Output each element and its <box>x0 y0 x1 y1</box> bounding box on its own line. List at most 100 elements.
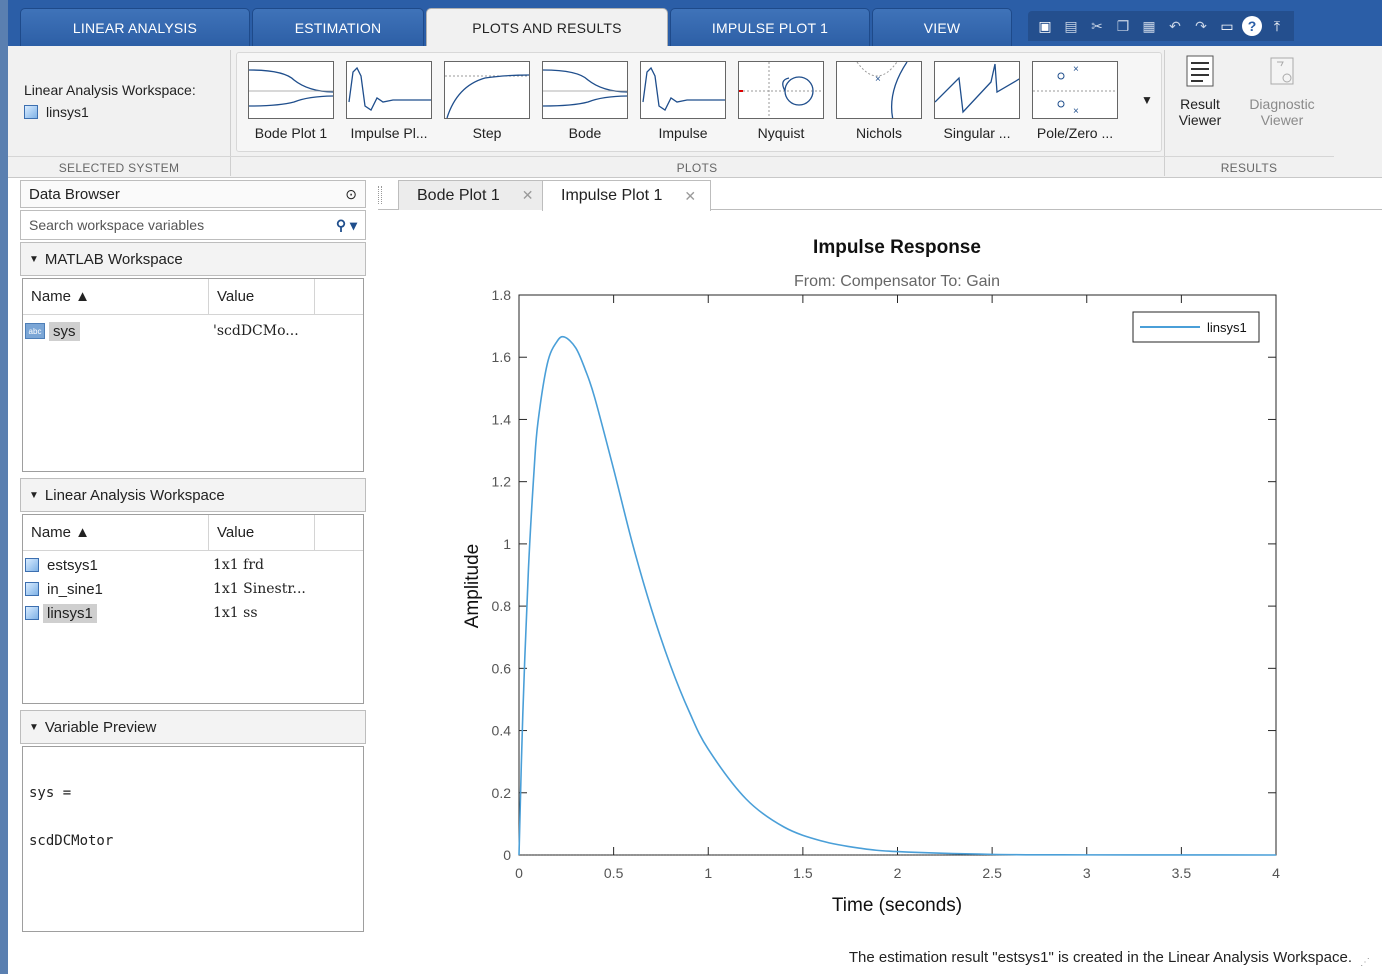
impulse-plot-figure: Impulse Response From: Compensator To: G… <box>378 211 1382 939</box>
pole-zero-thumbnail: × × <box>1032 61 1118 119</box>
x-tick-label: 1.5 <box>793 865 813 881</box>
window-left-edge <box>0 46 8 974</box>
result-viewer-label-2: Viewer <box>1178 112 1222 128</box>
gallery-label: Bode Plot 1 <box>254 125 328 141</box>
gallery-item-nichols[interactable]: × Nichols <box>833 59 923 147</box>
gallery-item-singular[interactable]: Singular ... <box>931 59 1021 147</box>
panel-options-icon[interactable]: ⊙ <box>345 186 357 203</box>
variable-value: 'scdDCMo... <box>213 323 299 339</box>
y-tick-label: 0.2 <box>492 785 512 801</box>
collapse-triangle-icon: ▼ <box>29 721 39 733</box>
x-tick-label: 2 <box>894 865 902 881</box>
undo-icon[interactable]: ↶ <box>1164 15 1186 37</box>
save-icon[interactable]: ▤ <box>1060 15 1082 37</box>
workspace-search-input[interactable]: Search workspace variables ⚲ ▾ <box>20 210 366 240</box>
column-value-header[interactable]: Value <box>209 279 315 314</box>
linear-analysis-workspace-header[interactable]: ▼ Linear Analysis Workspace <box>20 478 366 512</box>
new-plot-icon[interactable]: ▣ <box>1034 15 1056 37</box>
table-row[interactable]: in_sine1 1x1 Sinestr... <box>23 577 363 601</box>
char-variable-icon: abc <box>25 323 45 339</box>
doc-tab-impulse-plot-1[interactable]: Impulse Plot 1 ✕ <box>542 180 712 211</box>
table-row[interactable]: abc sys 'scdDCMo... <box>23 319 363 343</box>
column-name-header[interactable]: Name ▲ <box>23 515 209 550</box>
legend[interactable]: linsys1 <box>1132 311 1260 343</box>
impulse-response-chart[interactable]: Impulse Response From: Compensator To: G… <box>378 211 1382 939</box>
y-axis-label: Amplitude <box>462 544 483 629</box>
minimize-ribbon-icon[interactable]: ⤒ <box>1266 15 1288 37</box>
impulse-thumbnail <box>640 61 726 119</box>
selected-system-value[interactable]: linsys1 <box>24 104 89 120</box>
x-tick-label: 1 <box>704 865 712 881</box>
gallery-more-button[interactable]: ▼ <box>1141 93 1153 107</box>
chart-title: Impulse Response <box>813 237 981 258</box>
close-icon[interactable]: ✕ <box>522 187 534 204</box>
help-icon[interactable]: ? <box>1242 16 1262 36</box>
copy-icon[interactable]: ❐ <box>1112 15 1134 37</box>
toolstrip-tab-bar: LINEAR ANALYSIS ESTIMATION PLOTS AND RES… <box>0 0 1382 46</box>
gallery-item-bode-plot-1[interactable]: Bode Plot 1 <box>245 59 335 147</box>
y-tick-labels: 0 0.2 0.4 0.6 0.8 1 1.2 1.4 1.6 1.8 <box>492 287 512 863</box>
gallery-item-bode[interactable]: Bode <box>539 59 629 147</box>
gallery-item-impulse[interactable]: Impulse <box>637 59 727 147</box>
x-axis-label: Time (seconds) <box>832 895 962 916</box>
cut-icon[interactable]: ✂ <box>1086 15 1108 37</box>
search-placeholder: Search workspace variables <box>29 217 205 233</box>
collapse-triangle-icon: ▼ <box>29 253 39 265</box>
status-message: The estimation result "estsys1" is creat… <box>848 948 1352 966</box>
diagnostic-viewer-label-2: Viewer <box>1260 112 1304 128</box>
variable-value: 1x1 frd <box>213 557 264 573</box>
selected-system-name: linsys1 <box>46 104 89 120</box>
axes-box <box>518 294 1277 856</box>
tab-linear-analysis[interactable]: LINEAR ANALYSIS <box>20 8 250 46</box>
variable-name: in_sine1 <box>47 580 103 598</box>
tab-grip-handle[interactable] <box>378 186 382 204</box>
search-icon[interactable]: ⚲ ▾ <box>336 217 357 234</box>
doc-tab-label: Impulse Plot 1 <box>561 187 663 204</box>
resize-grip-icon[interactable]: ⋰ <box>1360 957 1370 968</box>
variable-value: 1x1 Sinestr... <box>213 581 306 597</box>
table-row[interactable]: estsys1 1x1 frd <box>23 553 363 577</box>
gallery-item-pole-zero[interactable]: × × Pole/Zero ... <box>1029 59 1119 147</box>
column-name-header[interactable]: Name ▲ <box>23 279 209 314</box>
chart-subtitle: From: Compensator To: Gain <box>794 273 1000 290</box>
x-tick-label: 3 <box>1083 865 1091 881</box>
system-cube-icon <box>25 606 39 620</box>
redo-icon[interactable]: ↷ <box>1190 15 1212 37</box>
collapse-triangle-icon: ▼ <box>29 489 39 501</box>
doc-tab-label: Bode Plot 1 <box>417 186 500 204</box>
gallery-item-nyquist[interactable]: Nyquist <box>735 59 825 147</box>
x-tick-label: 2.5 <box>982 865 1002 881</box>
column-value-header[interactable]: Value <box>209 515 315 550</box>
system-cube-icon <box>25 558 39 572</box>
preview-line: sys = <box>29 785 72 801</box>
svg-text:×: × <box>875 74 881 85</box>
plot-gallery: Bode Plot 1 Impulse Pl... Step Bode Impu… <box>236 52 1162 152</box>
matlab-workspace-header[interactable]: ▼ MATLAB Workspace <box>20 242 366 276</box>
tab-view[interactable]: VIEW <box>872 8 1012 46</box>
svg-text:×: × <box>1073 64 1079 75</box>
gallery-item-step[interactable]: Step <box>441 59 531 147</box>
result-viewer-icon <box>1183 54 1217 88</box>
table-row[interactable]: linsys1 1x1 ss <box>23 601 363 625</box>
results-footer: RESULTS <box>1164 156 1334 178</box>
doc-tab-bode-plot-1[interactable]: Bode Plot 1 ✕ <box>398 180 549 210</box>
y-tick-label: 1.2 <box>492 474 512 490</box>
y-tick-label: 1.8 <box>492 287 512 303</box>
paste-icon[interactable]: ▦ <box>1138 15 1160 37</box>
x-tick-label: 0.5 <box>604 865 624 881</box>
result-viewer-button[interactable]: Result Viewer <box>1160 54 1240 146</box>
tab-estimation[interactable]: ESTIMATION <box>252 8 424 46</box>
system-cube-icon <box>24 105 38 119</box>
selected-system-footer: SELECTED SYSTEM <box>8 156 230 178</box>
close-icon[interactable]: ✕ <box>684 188 696 205</box>
matlab-workspace-table: Name ▲ Value abc sys 'scdDCMo... <box>22 278 364 472</box>
gallery-item-impulse-plot[interactable]: Impulse Pl... <box>343 59 433 147</box>
tab-plots-and-results[interactable]: PLOTS AND RESULTS <box>426 8 668 46</box>
diagnostic-viewer-button[interactable]: Diagnostic Viewer <box>1242 54 1322 146</box>
tab-impulse-plot-1[interactable]: IMPULSE PLOT 1 <box>670 8 870 46</box>
matlab-workspace-title: MATLAB Workspace <box>44 250 183 268</box>
window-icon[interactable]: ▭ <box>1216 15 1238 37</box>
variable-preview-header[interactable]: ▼ Variable Preview <box>20 710 366 744</box>
status-bar: The estimation result "estsys1" is creat… <box>0 940 1382 974</box>
y-tick-label: 1.6 <box>492 349 512 365</box>
